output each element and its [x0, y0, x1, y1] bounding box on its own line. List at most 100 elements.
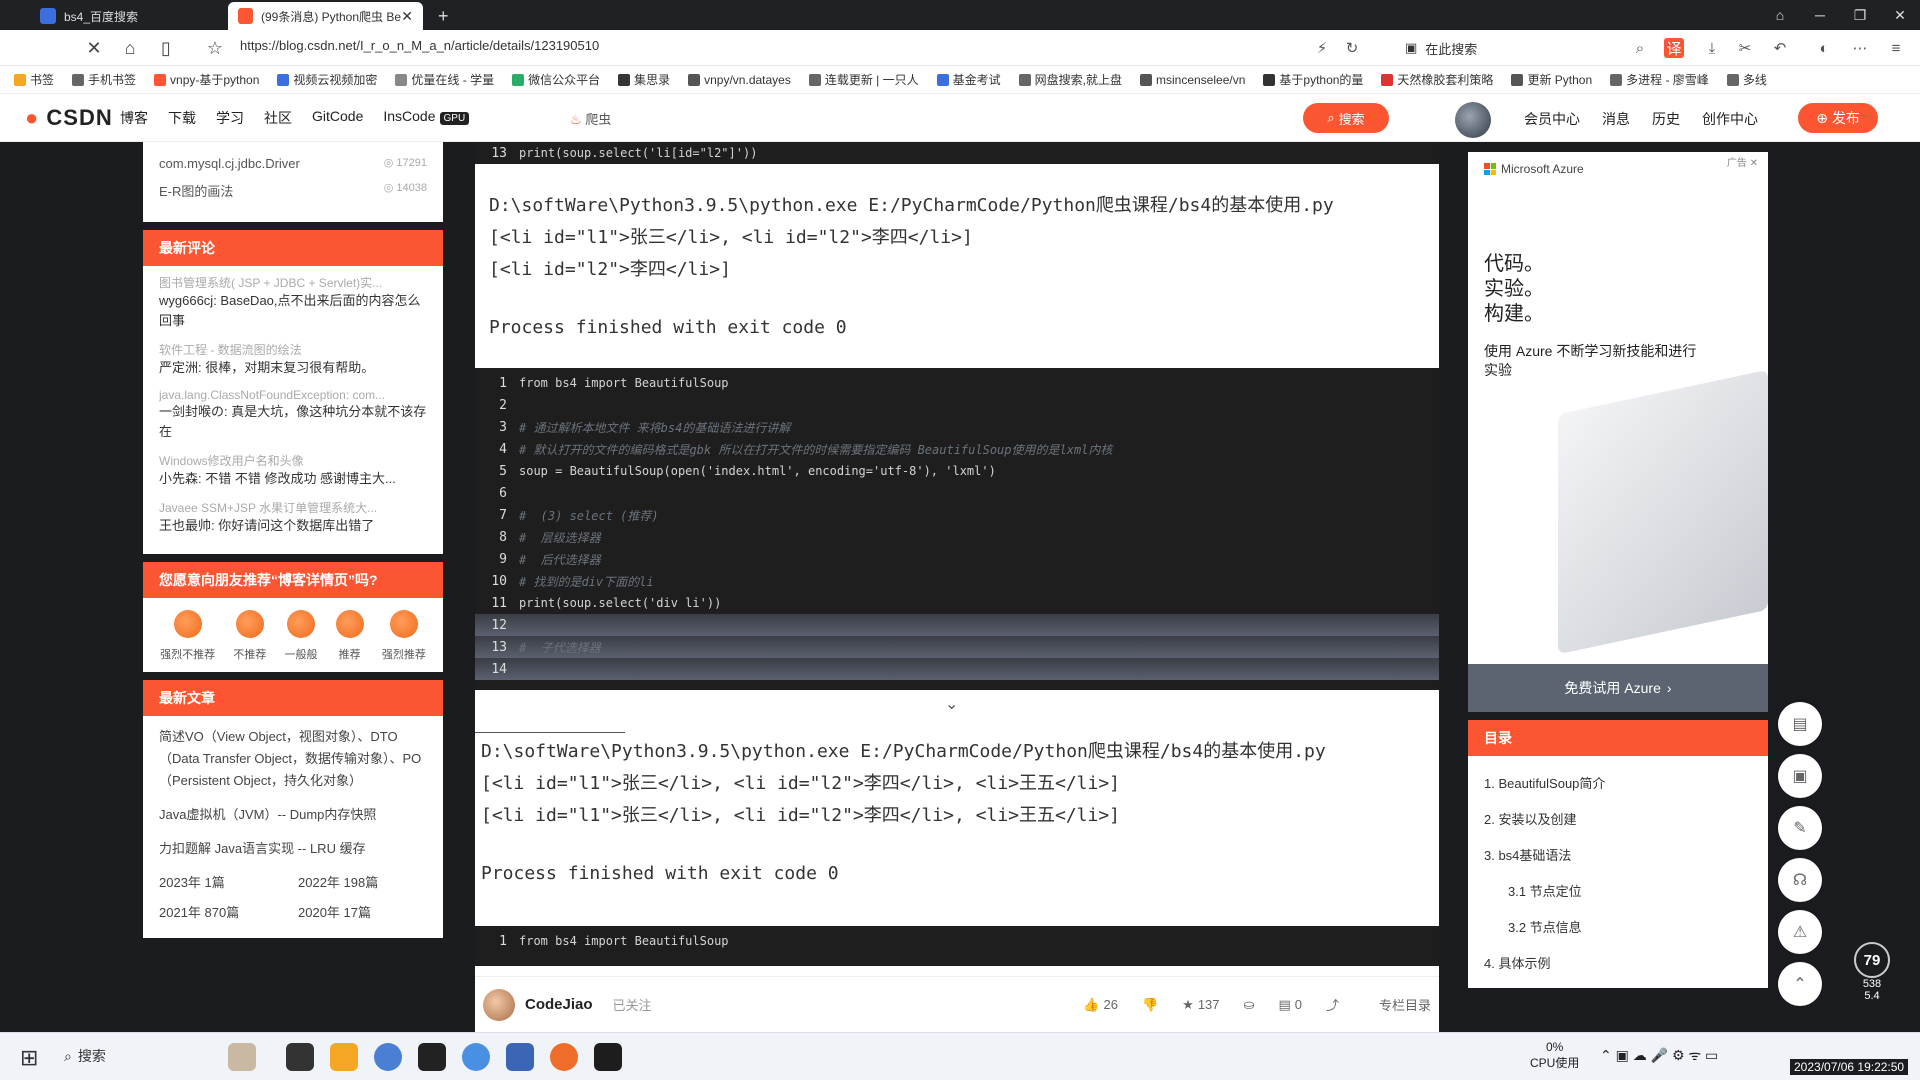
author-name[interactable]: CodeJiao [525, 996, 593, 1013]
nav-blog[interactable]: 博客 [120, 108, 148, 128]
nav-creator[interactable]: 创作中心 [1702, 109, 1758, 129]
nav-history[interactable]: 历史 [1652, 109, 1680, 129]
bookmark-item[interactable]: 优量在线 - 学量 [395, 71, 494, 88]
bookmark-item[interactable]: 微信公众平台 [512, 71, 600, 88]
translate-icon[interactable]: 译 [1664, 38, 1684, 58]
nav-inscode[interactable]: InsCode GPU [383, 108, 470, 128]
comment-button[interactable]: ▤ 0 [1278, 997, 1302, 1013]
archive-item[interactable]: 2021年 870篇 [159, 902, 288, 924]
app-bird-icon[interactable] [462, 1043, 490, 1071]
notion-icon[interactable] [418, 1043, 446, 1071]
more-icon[interactable]: ⋯ [1850, 38, 1870, 58]
bookmark-item[interactable]: 基金考试 [936, 71, 1001, 88]
follow-status[interactable]: 已关注 [613, 995, 652, 1014]
toc-item[interactable]: 3. bs4基础语法 [1484, 836, 1752, 872]
archive-item[interactable]: 2022年 198篇 [298, 872, 427, 894]
csdn-search-button[interactable]: ⌕ 搜索 [1303, 103, 1389, 133]
bookmark-item[interactable]: 天然橡胶套利策略 [1381, 71, 1493, 88]
recommend-option[interactable]: 推荐 [335, 610, 364, 662]
night-mode-icon[interactable]: ◐ [1814, 38, 1834, 58]
article-link[interactable]: 简述VO（View Object，视图对象）、DTO（Data Transfer… [159, 726, 427, 792]
url-field[interactable]: https://blog.csdn.net/I_r_o_n_M_a_n/arti… [240, 38, 599, 53]
toc-item[interactable]: 1. BeautifulSoup简介 [1484, 764, 1752, 800]
nav-download[interactable]: 下载 [168, 108, 196, 128]
bookmark-item[interactable]: 多进程 - 廖雪峰 [1610, 71, 1709, 88]
like-button[interactable]: 👍 26 [1083, 997, 1118, 1013]
home-icon[interactable]: ⌂ [118, 36, 142, 60]
nav-community[interactable]: 社区 [264, 108, 292, 128]
article-link[interactable]: 力扣题解 Java语言实现 -- LRU 缓存 [159, 838, 427, 860]
reward-button[interactable]: ⛀ [1244, 997, 1255, 1013]
bookmark-item[interactable]: vnpy-基于python [154, 71, 259, 88]
bookmark-item[interactable]: vnpy/vn.datayes [688, 73, 791, 87]
avatar[interactable] [1455, 102, 1491, 138]
search-input[interactable]: ▣ 在此搜索 [1405, 36, 1655, 60]
undo-icon[interactable]: ↶ [1770, 38, 1790, 58]
nav-gitcode[interactable]: GitCode [312, 108, 363, 128]
bolt-icon[interactable]: ⚡ [1312, 38, 1332, 58]
pycharm-icon[interactable] [594, 1043, 622, 1071]
column-toc-link[interactable]: 专栏目录 [1379, 995, 1431, 1014]
beta-doc-icon[interactable]: ▤ [1778, 702, 1822, 746]
beta-chat-icon[interactable]: ▣ [1778, 754, 1822, 798]
toc-item[interactable]: 3.1 节点定位 [1484, 872, 1752, 908]
star-icon[interactable]: ☆ [203, 36, 227, 60]
edit-icon[interactable]: ✎ [1778, 806, 1822, 850]
favorite-button[interactable]: ★ 137 [1182, 997, 1219, 1013]
share-button[interactable]: ⤴ [1326, 995, 1339, 1014]
shirt-icon[interactable]: ⌂ [1760, 0, 1800, 30]
minimize-icon[interactable]: ─ [1800, 0, 1840, 30]
bookmark-item[interactable]: msincenselee/vn [1140, 73, 1245, 87]
headset-icon[interactable]: ☊ [1778, 858, 1822, 902]
tab-baidu[interactable]: bs4_百度搜索 [30, 2, 225, 30]
bookmark-item[interactable]: 连载更新 | 一只人 [808, 71, 919, 88]
taskbar-search[interactable]: ⌕ 搜索 [64, 1046, 106, 1066]
bookmark-item[interactable]: 手机书签 [72, 71, 136, 88]
refresh-icon[interactable]: ↻ [1342, 38, 1362, 58]
report-icon[interactable]: ⚠ [1778, 910, 1822, 954]
stop-icon[interactable]: ✕ [82, 36, 106, 60]
nav-vip[interactable]: 会员中心 [1524, 109, 1580, 129]
hot-search-term[interactable]: ♨ 爬虫 [570, 109, 611, 128]
toc-item[interactable]: 3.2 节点信息 [1484, 908, 1752, 944]
expand-code-icon[interactable]: ⌄ [945, 694, 958, 714]
browser-icon[interactable] [550, 1043, 578, 1071]
toc-item[interactable]: 2. 安装以及创建 [1484, 800, 1752, 836]
bookmark-item[interactable]: 书签 [14, 71, 54, 88]
hot-article[interactable]: E-R图的画法 ◎ 14038 [159, 181, 427, 200]
bookmark-item[interactable]: 视频云视频加密 [277, 71, 377, 88]
publish-button[interactable]: ⊕ 发布 [1798, 103, 1878, 133]
comment-item[interactable]: 软件工程 - 数据流图的绘法 严定洲: 很棒，对期末复习很有帮助。 [159, 341, 427, 378]
bookmark-item[interactable]: 多线 [1726, 71, 1767, 88]
maximize-icon[interactable]: ❐ [1840, 0, 1880, 30]
recommend-option[interactable]: 强烈推荐 [382, 610, 426, 662]
windows-start-icon[interactable]: ⊞ [20, 1045, 38, 1071]
download-icon[interactable]: ⤓ [1702, 38, 1722, 58]
bookmark-item[interactable]: 更新 Python [1511, 71, 1592, 88]
network-monitor-widget[interactable]: 79 538 5.4 [1850, 942, 1894, 1002]
close-window-icon[interactable]: ✕ [1880, 0, 1920, 30]
cut-icon[interactable]: ✂ [1735, 38, 1755, 58]
search-icon[interactable]: ⌕ [1630, 38, 1650, 58]
folder-icon[interactable] [330, 1043, 358, 1071]
article-link[interactable]: Java虚拟机（JVM）-- Dump内存快照 [159, 804, 427, 826]
close-tab-icon[interactable]: ✕ [401, 8, 413, 25]
recommend-option[interactable]: 强烈不推荐 [160, 610, 215, 662]
toc-item[interactable]: 4. 具体示例 [1484, 944, 1752, 980]
new-tab-button[interactable]: + [428, 2, 459, 30]
app-terminal-icon[interactable] [286, 1043, 314, 1071]
comment-item[interactable]: 图书管理系统( JSP + JDBC + Servlet)实... wyg666c… [159, 274, 427, 331]
comment-item[interactable]: Windows修改用户名和头像 小先森: 不错 不错 修改成功 感谢博主大... [159, 452, 427, 489]
tab-csdn[interactable]: (99条消息) Python爬虫 BeautifulS ✕ [228, 2, 423, 30]
nav-learn[interactable]: 学习 [216, 108, 244, 128]
app-headset-icon[interactable] [374, 1043, 402, 1071]
bookmark-item[interactable]: 基于python的量 [1263, 71, 1363, 88]
nav-messages[interactable]: 消息 [1602, 109, 1630, 129]
csdn-logo[interactable]: ● CSDN [25, 105, 113, 131]
ad-cta-button[interactable]: 免费试用 Azure › [1468, 664, 1768, 712]
comment-item[interactable]: java.lang.ClassNotFoundException: com...… [159, 388, 427, 442]
hot-article[interactable]: com.mysql.cj.jdbc.Driver ◎ 17291 [159, 156, 427, 171]
menu-icon[interactable]: ≡ [1886, 38, 1906, 58]
comment-item[interactable]: Javaee SSM+JSP 水果订单管理系统大... 王也最帅: 你好请问这个数… [159, 499, 427, 536]
archive-item[interactable]: 2020年 17篇 [298, 902, 427, 924]
